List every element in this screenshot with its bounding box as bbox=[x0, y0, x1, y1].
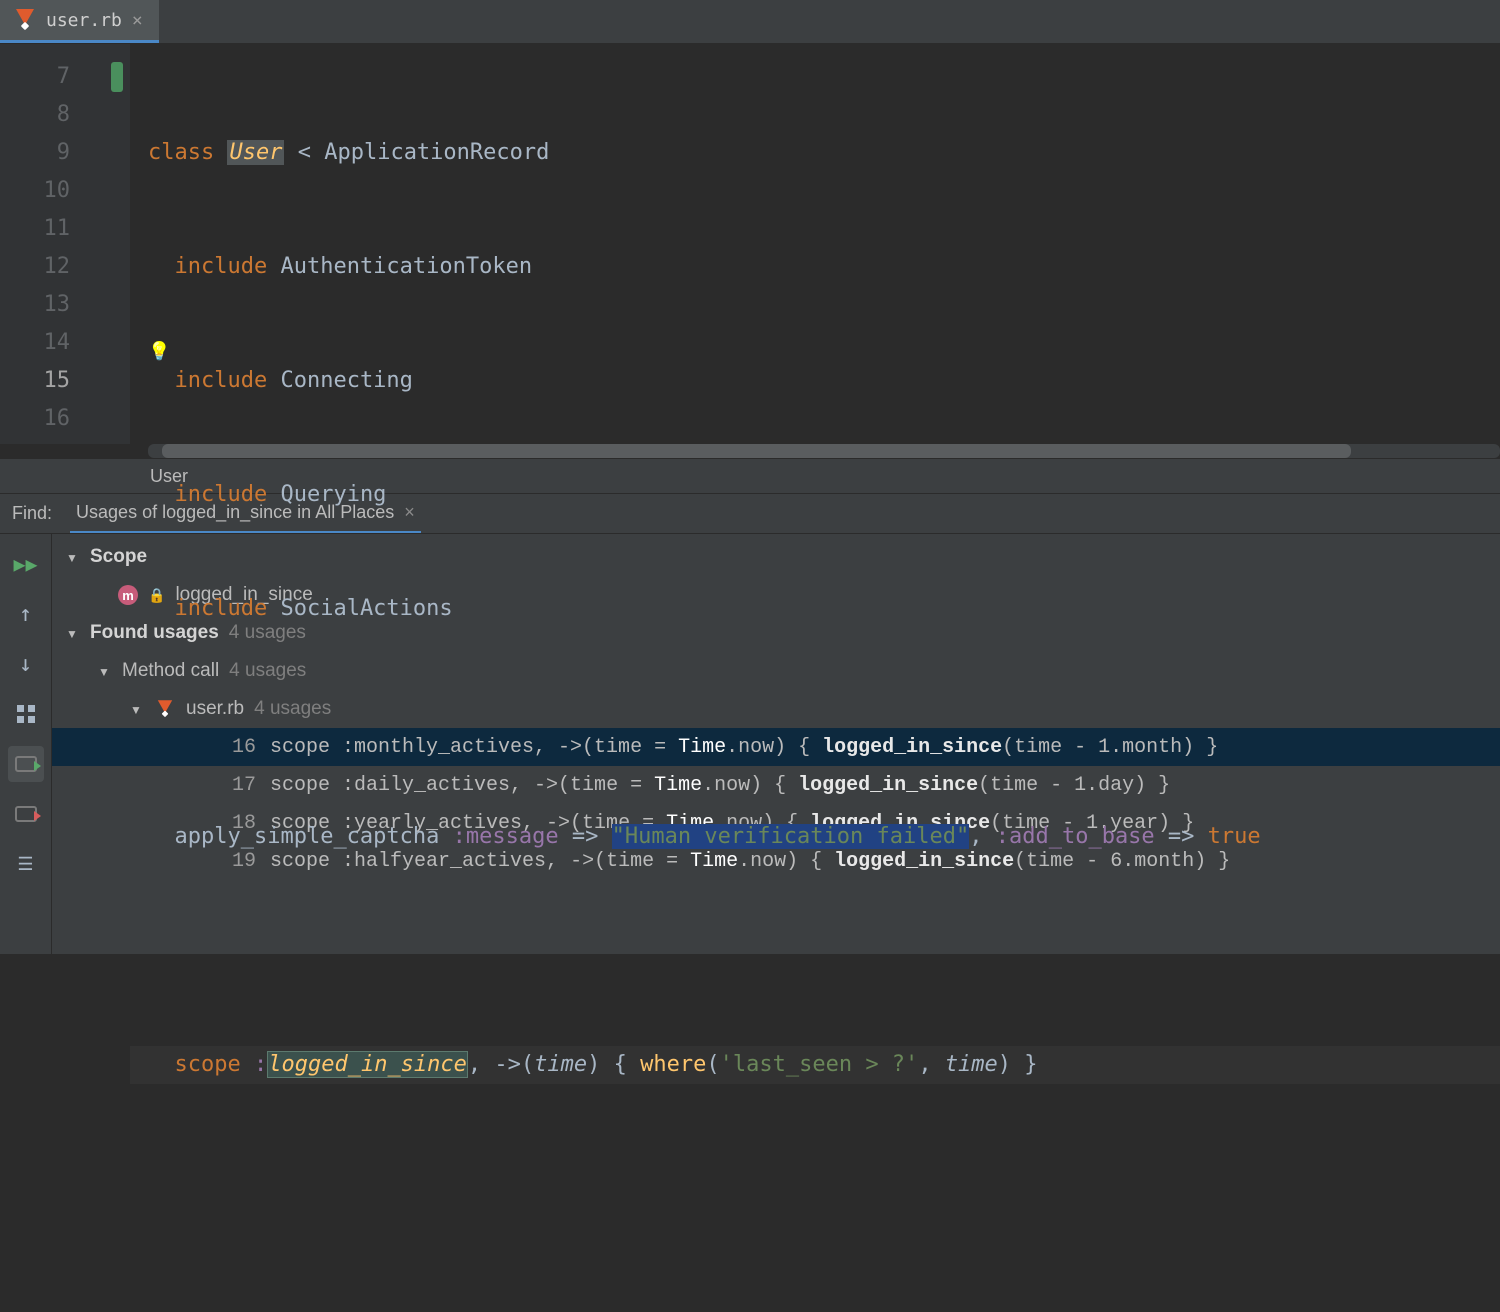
include-module: AuthenticationToken bbox=[280, 254, 532, 279]
scope-symbol-highlight: logged_in_since bbox=[267, 1051, 468, 1078]
arrow-up-icon: ↑ bbox=[19, 602, 32, 627]
include-module: Connecting bbox=[280, 368, 412, 393]
line-number[interactable]: 11 bbox=[0, 210, 130, 248]
superclass-name: ApplicationRecord bbox=[324, 140, 549, 165]
close-icon[interactable]: × bbox=[132, 10, 143, 31]
line-number[interactable]: 8 bbox=[0, 96, 130, 134]
include-module: Querying bbox=[280, 482, 386, 507]
class-name: User bbox=[227, 140, 284, 165]
group-button[interactable] bbox=[8, 696, 44, 732]
code-area[interactable]: class User < ApplicationRecord include A… bbox=[130, 44, 1500, 444]
chevron-down-icon[interactable] bbox=[64, 546, 80, 568]
line-number[interactable]: 7 bbox=[0, 58, 130, 96]
rerun-icon: ▶▶ bbox=[13, 552, 37, 576]
line-number[interactable]: 10 bbox=[0, 172, 130, 210]
rerun-button[interactable]: ▶▶ bbox=[8, 546, 44, 582]
line-number[interactable]: 14 bbox=[0, 324, 130, 362]
line-number[interactable]: 13 bbox=[0, 286, 130, 324]
preview-usages-button[interactable] bbox=[8, 746, 44, 782]
chevron-down-icon[interactable] bbox=[64, 622, 80, 644]
code-editor[interactable]: 7 8 9 10 11 12 13 14 15 16 class User < … bbox=[0, 44, 1500, 444]
keyword-class: class bbox=[148, 140, 214, 165]
chevron-down-icon[interactable] bbox=[96, 660, 112, 682]
method-where: where bbox=[640, 1052, 706, 1077]
find-toolbar: ▶▶ ↑ ↓ ☰ bbox=[0, 534, 52, 954]
gutter[interactable]: 7 8 9 10 11 12 13 14 15 16 bbox=[0, 44, 130, 444]
include-module: SocialActions bbox=[280, 596, 452, 621]
find-label: Find: bbox=[12, 503, 52, 524]
tab-filename: user.rb bbox=[46, 10, 122, 31]
string-literal: "Human verification failed" bbox=[612, 824, 970, 849]
ruby-file-icon bbox=[14, 9, 36, 31]
method-call: apply_simple_captcha bbox=[175, 824, 440, 849]
grid-icon bbox=[17, 705, 35, 723]
editor-tab-user-rb[interactable]: user.rb × bbox=[0, 0, 159, 43]
line-number[interactable]: 16 bbox=[0, 400, 130, 438]
intention-bulb-icon[interactable] bbox=[148, 332, 168, 352]
line-number[interactable]: 15 bbox=[0, 362, 130, 400]
editor-tab-bar: user.rb × bbox=[0, 0, 1500, 44]
settings-button[interactable]: ☰ bbox=[8, 846, 44, 882]
line-number[interactable]: 9 bbox=[0, 134, 130, 172]
preview-remove-icon bbox=[15, 806, 37, 822]
arrow-down-icon: ↓ bbox=[19, 652, 32, 677]
ruby-file-icon bbox=[156, 700, 174, 718]
filter-icon: ☰ bbox=[17, 854, 33, 875]
line-number[interactable]: 12 bbox=[0, 248, 130, 286]
remove-usages-button[interactable] bbox=[8, 796, 44, 832]
preview-add-icon bbox=[15, 756, 37, 772]
next-occurrence-button[interactable]: ↓ bbox=[8, 646, 44, 682]
prev-occurrence-button[interactable]: ↑ bbox=[8, 596, 44, 632]
